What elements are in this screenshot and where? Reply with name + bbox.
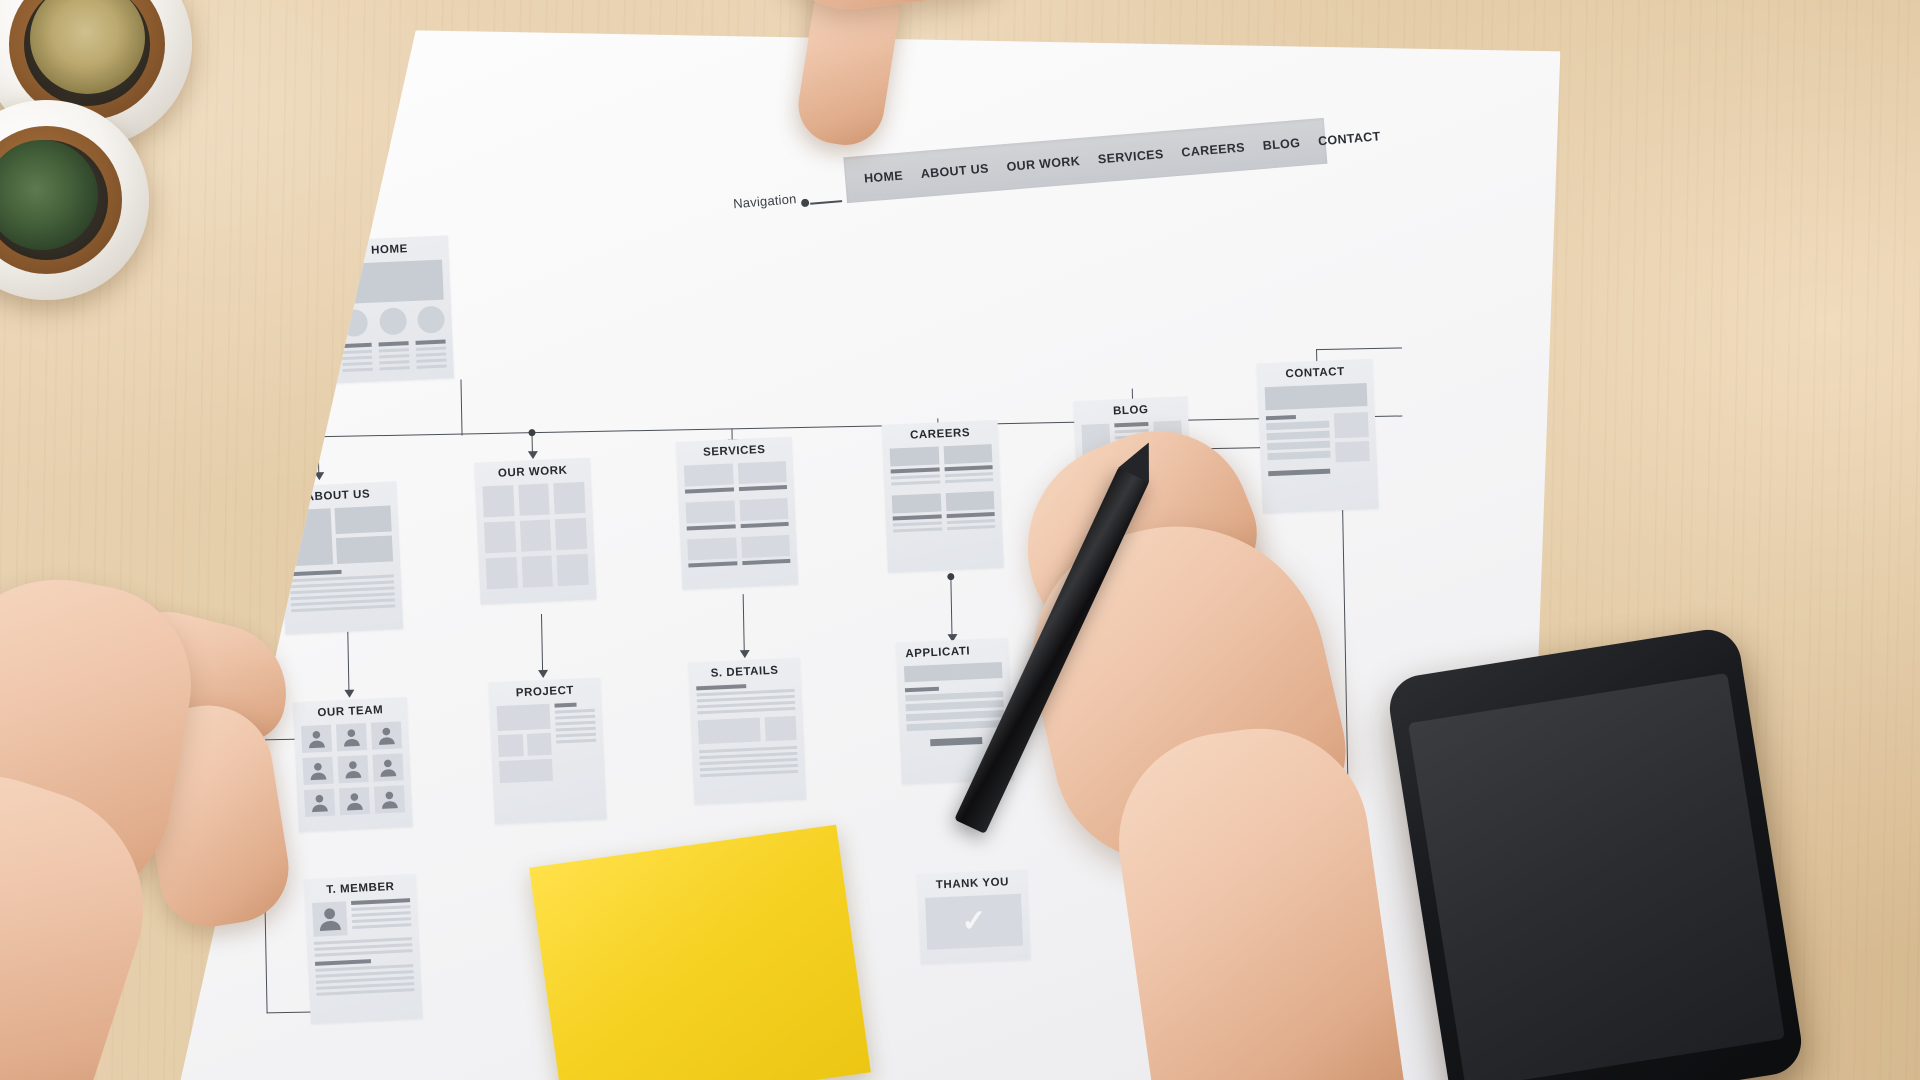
project-body: [497, 702, 598, 783]
services-grid: [684, 461, 791, 571]
team-avatar: [372, 753, 403, 781]
team-avatar: [371, 721, 402, 749]
card-s-details[interactable]: S. DETAILS: [688, 658, 806, 805]
home-circle-2: [379, 307, 407, 335]
details-image-side: [765, 716, 797, 741]
card-services[interactable]: SERVICES: [676, 437, 799, 590]
home-text-columns: [342, 340, 447, 376]
application-field: [906, 710, 1004, 721]
smartphone[interactable]: [1384, 625, 1807, 1080]
home-col3-heading: [416, 340, 446, 345]
navigation-label: Navigation: [732, 191, 798, 212]
home-circle-3: [417, 306, 445, 334]
project-thumb-wide: [499, 759, 553, 783]
work-thumb: [521, 555, 553, 587]
career-item: [943, 444, 993, 486]
phone-screen[interactable]: [1407, 672, 1785, 1080]
service-item: [684, 463, 734, 496]
card-title-contact: CONTACT: [1285, 365, 1345, 381]
project-heading: [554, 703, 576, 708]
blog-heading: [1114, 422, 1148, 427]
card-title-project: PROJECT: [515, 684, 575, 700]
navigation-connector-dot: [801, 199, 810, 208]
service-item: [741, 535, 791, 568]
sticky-note: [529, 824, 871, 1080]
careers-grid: [890, 444, 996, 535]
arrow-project: [538, 670, 548, 678]
project-thumb: [498, 734, 523, 757]
wire-home-down: [460, 380, 462, 436]
nav-item-careers[interactable]: CAREERS: [1172, 140, 1254, 161]
about-side-image-2: [336, 535, 393, 564]
card-our-work[interactable]: OUR WORK: [474, 458, 596, 605]
application-label: [905, 687, 939, 692]
application-field: [906, 700, 1004, 711]
check-icon: ✓: [960, 904, 988, 939]
card-project[interactable]: PROJECT: [488, 677, 606, 824]
work-thumb: [557, 554, 589, 586]
person-icon: [374, 785, 405, 813]
contact-map-block: [1265, 383, 1368, 410]
home-circle-row: [340, 306, 445, 338]
person-icon: [372, 753, 403, 781]
wire-serv-to-details: [743, 594, 746, 652]
contact-input: [1266, 421, 1329, 431]
nav-item-services[interactable]: SERVICES: [1088, 146, 1173, 167]
node-careers-branch: [947, 573, 954, 580]
details-image-row: [698, 716, 797, 744]
application-field: [906, 720, 1004, 731]
work-thumb: [518, 483, 550, 515]
wire-contact-riser: [1316, 347, 1402, 350]
service-item: [737, 461, 787, 494]
project-main-image: [497, 704, 551, 731]
contact-form-label: [1266, 415, 1296, 420]
person-icon: [371, 721, 402, 749]
career-item: [945, 491, 995, 533]
our-work-grid: [482, 482, 589, 590]
home-col1-heading: [342, 343, 372, 348]
application-header-block: [904, 662, 1003, 682]
career-item: [892, 493, 942, 535]
arrow-our-work: [528, 451, 538, 459]
forearm: [1104, 714, 1406, 1080]
work-thumb: [482, 485, 514, 517]
node-ourwork: [528, 429, 535, 436]
about-side-image-1: [335, 505, 392, 534]
nav-item-contact[interactable]: CONTACT: [1309, 129, 1391, 150]
service-item: [739, 498, 789, 531]
service-item: [686, 500, 736, 533]
details-heading-bar: [696, 684, 746, 690]
card-title-services: SERVICES: [702, 443, 766, 459]
card-title-application: APPLICATI: [905, 645, 971, 661]
work-thumb: [555, 518, 587, 550]
card-careers[interactable]: CAREERS: [882, 420, 1004, 573]
work-thumb: [484, 521, 516, 553]
career-item: [890, 446, 940, 488]
card-title-blog: BLOG: [1112, 403, 1149, 418]
card-title-s-details: S. DETAILS: [710, 664, 779, 680]
about-heading-bar: [289, 570, 341, 576]
home-col2-heading: [379, 341, 409, 346]
project-thumb: [526, 733, 551, 756]
card-title-our-work: OUR WORK: [497, 464, 568, 480]
nav-item-blog[interactable]: BLOG: [1253, 135, 1309, 154]
work-thumb: [486, 557, 518, 589]
hand-pointing: [749, 0, 1029, 180]
hand-holding-pencil: [995, 403, 1420, 1080]
hand-resting-left: [0, 560, 360, 1080]
application-submit-button[interactable]: [930, 737, 982, 746]
details-image-main: [698, 718, 761, 745]
team-avatar: [374, 785, 405, 813]
pointing-finger: [792, 0, 906, 151]
navigation-connector-line: [810, 200, 842, 204]
wire-careers-to-app: [950, 576, 953, 636]
work-thumb: [520, 519, 552, 551]
wire-work-to-project: [541, 614, 544, 672]
work-thumb: [554, 482, 586, 514]
card-title-careers: CAREERS: [909, 427, 971, 442]
arrow-s-details: [740, 650, 750, 658]
service-item: [687, 537, 737, 570]
